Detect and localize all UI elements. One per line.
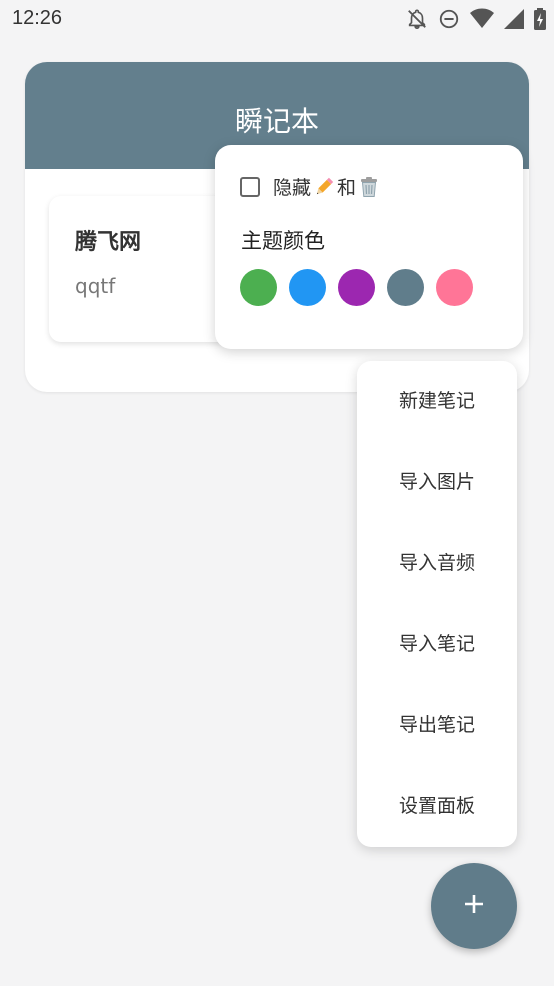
status-bar: 12:26	[0, 0, 554, 38]
pencil-icon	[313, 176, 335, 198]
wifi-icon	[470, 8, 494, 30]
signal-icon	[504, 9, 524, 29]
theme-color-label: 主题颜色	[241, 229, 325, 253]
notifications-off-icon	[406, 8, 428, 30]
menu-item-import-notes[interactable]: 导入笔记	[357, 604, 517, 685]
theme-swatch-blue-grey[interactable]	[387, 269, 424, 306]
theme-swatch-pink[interactable]	[436, 269, 473, 306]
hide-label-prefix: 隐藏	[273, 177, 312, 199]
theme-swatch-blue[interactable]	[289, 269, 326, 306]
hide-actions-label: 隐藏 和	[273, 173, 382, 200]
menu-item-import-image[interactable]: 导入图片	[357, 442, 517, 523]
menu-item-import-audio[interactable]: 导入音频	[357, 523, 517, 604]
note-body: qqtf	[75, 274, 116, 298]
hide-label-middle: 和	[337, 177, 357, 199]
menu-item-export-notes[interactable]: 导出笔记	[357, 685, 517, 766]
actions-menu: 新建笔记 导入图片 导入音频 导入笔记 导出笔记 设置面板	[357, 361, 517, 847]
hide-actions-option[interactable]: 隐藏 和	[240, 173, 382, 200]
trash-icon	[358, 176, 380, 198]
app-title: 瞬记本	[234, 105, 319, 138]
settings-popup: 隐藏 和 主题颜色	[215, 145, 523, 349]
menu-item-settings-panel[interactable]: 设置面板	[357, 766, 517, 847]
battery-charging-icon	[534, 8, 546, 30]
theme-swatch-green[interactable]	[240, 269, 277, 306]
status-icons	[406, 8, 546, 30]
plus-icon	[463, 893, 485, 919]
add-fab-button[interactable]	[431, 863, 517, 949]
theme-swatch-purple[interactable]	[338, 269, 375, 306]
menu-item-new-note[interactable]: 新建笔记	[357, 361, 517, 442]
hide-actions-checkbox[interactable]	[240, 176, 260, 197]
status-time: 12:26	[12, 7, 63, 29]
theme-color-swatches	[240, 269, 473, 306]
note-title: 腾飞网	[75, 230, 142, 255]
do-not-disturb-icon	[438, 8, 460, 30]
